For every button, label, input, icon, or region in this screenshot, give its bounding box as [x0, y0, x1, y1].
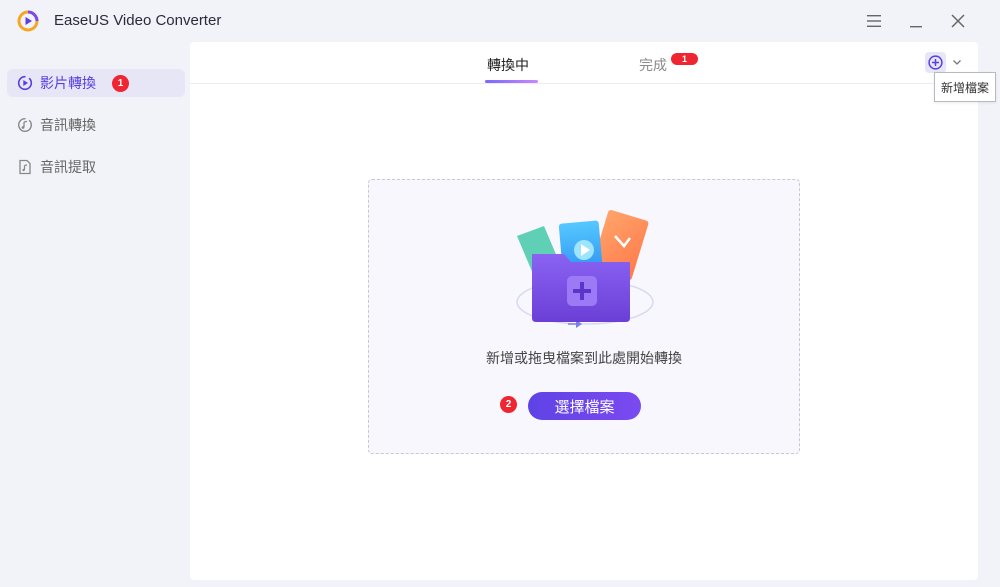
minimize-icon	[910, 26, 922, 28]
audio-extract-icon	[17, 159, 33, 175]
completed-count-badge: 1	[671, 53, 698, 65]
tab-bar: 轉換中 完成 1	[190, 42, 978, 84]
file-drop-zone[interactable]: 新增或拖曳檔案到此處開始轉換 2 選擇檔案	[368, 179, 800, 454]
close-button[interactable]	[946, 9, 970, 33]
add-file-button[interactable]	[925, 52, 946, 73]
sidebar-badge: 1	[112, 74, 129, 92]
audio-convert-icon	[17, 117, 33, 133]
tab-label: 轉換中	[487, 58, 529, 74]
sidebar-item-audio-extract[interactable]: 音訊提取	[7, 153, 185, 181]
sidebar-item-audio-convert[interactable]: 音訊轉換	[7, 111, 185, 139]
step-badge: 2	[500, 396, 517, 413]
chevron-down-icon[interactable]	[951, 56, 963, 68]
hamburger-icon	[867, 15, 881, 27]
tab-completed[interactable]: 完成	[639, 55, 667, 75]
minimize-button[interactable]	[904, 9, 928, 33]
folder-add-illustration-icon	[516, 209, 654, 328]
add-file-tooltip: 新增檔案	[934, 72, 996, 102]
tab-label: 完成	[639, 58, 667, 74]
sidebar-item-label: 影片轉換	[40, 76, 96, 92]
video-convert-icon	[17, 75, 33, 91]
sidebar: 影片轉換 1 音訊轉換 音訊提取	[0, 42, 190, 587]
sidebar-item-video-convert[interactable]: 影片轉換 1	[7, 69, 185, 97]
menu-button[interactable]	[862, 9, 886, 33]
title-bar: EaseUS Video Converter	[0, 0, 1000, 42]
plus-circle-icon	[928, 55, 943, 70]
main-panel: 轉換中 完成 1 新增或拖曳檔案到此處開始轉換 2 選擇檔案	[190, 42, 978, 580]
sidebar-item-label: 音訊提取	[40, 160, 96, 176]
sidebar-item-label: 音訊轉換	[40, 118, 96, 134]
select-file-button[interactable]: 選擇檔案	[528, 392, 641, 420]
active-tab-indicator	[485, 80, 538, 83]
tab-converting[interactable]: 轉換中	[485, 55, 538, 83]
close-icon	[951, 14, 965, 28]
app-title: EaseUS Video Converter	[54, 12, 222, 29]
drop-instruction-text: 新增或拖曳檔案到此處開始轉換	[486, 351, 682, 367]
app-logo-icon	[17, 10, 39, 32]
